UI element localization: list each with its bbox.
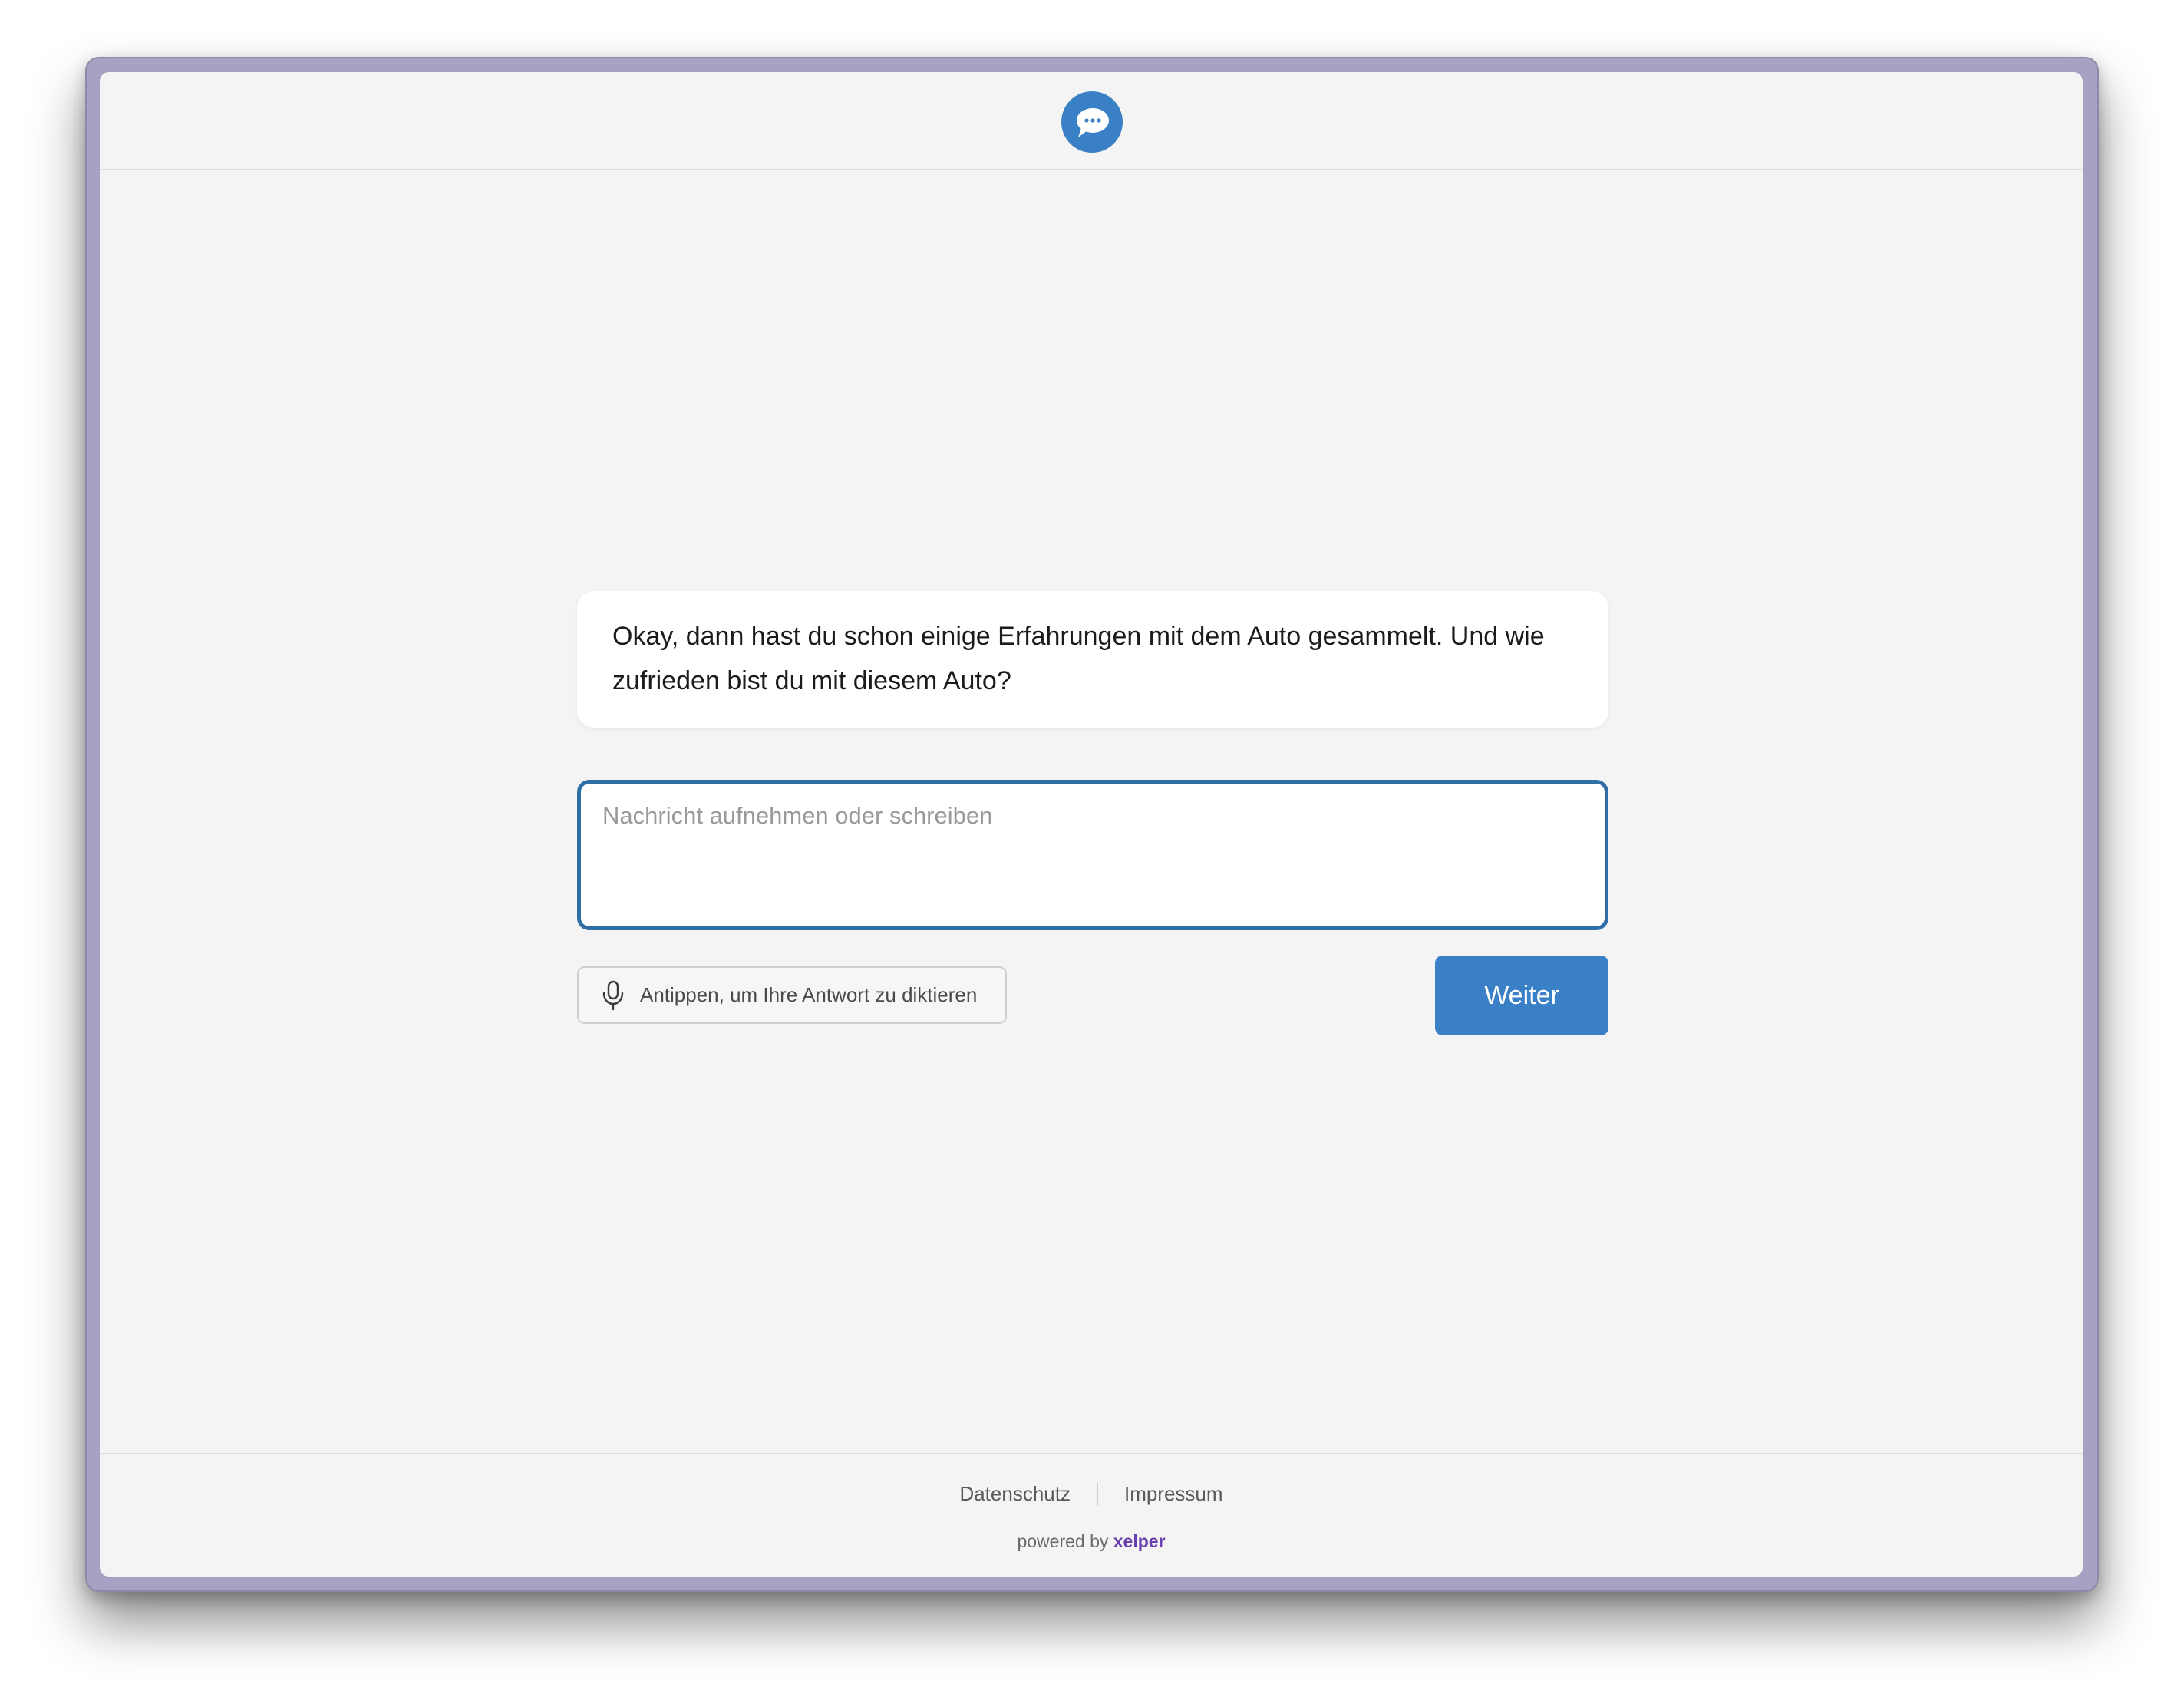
footer-links: Datenschutz Impressum — [100, 1482, 2083, 1506]
header — [100, 72, 2083, 170]
next-button[interactable]: Weiter — [1435, 956, 1608, 1035]
chat-bubble-icon — [1061, 91, 1123, 153]
powered-by-prefix: powered by — [1017, 1531, 1109, 1551]
footer: Datenschutz Impressum powered by xelper — [100, 1453, 2083, 1577]
imprint-link[interactable]: Impressum — [1124, 1482, 1223, 1506]
powered-by: powered by xelper — [100, 1531, 2083, 1552]
brand-name[interactable]: xelper — [1113, 1531, 1166, 1551]
footer-divider — [1096, 1482, 1098, 1506]
dictate-button[interactable]: Antippen, um Ihre Antwort zu diktieren — [577, 966, 1007, 1024]
microphone-icon — [600, 980, 626, 1011]
bot-message: Okay, dann hast du schon einige Erfahrun… — [577, 591, 1608, 728]
message-input-container — [577, 780, 1608, 930]
app-window: Okay, dann hast du schon einige Erfahrun… — [100, 72, 2083, 1577]
bot-message-text: Okay, dann hast du schon einige Erfahrun… — [612, 622, 1545, 695]
dictate-label: Antippen, um Ihre Antwort zu diktieren — [640, 983, 978, 1006]
message-input[interactable] — [581, 784, 1605, 926]
privacy-link[interactable]: Datenschutz — [959, 1482, 1071, 1506]
